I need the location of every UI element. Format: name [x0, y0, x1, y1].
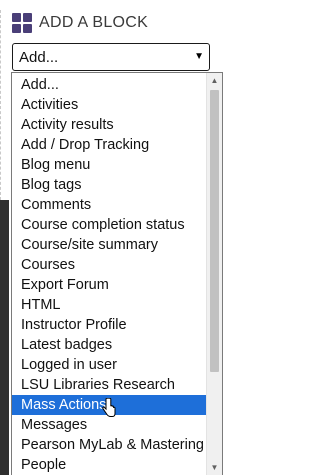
- dropdown-option[interactable]: Course completion status: [12, 215, 206, 235]
- dropdown-option[interactable]: Instructor Profile: [12, 315, 206, 335]
- dropdown-option[interactable]: LSU Libraries Research: [12, 375, 206, 395]
- dark-region: [0, 200, 9, 475]
- dropdown-option[interactable]: Logged in user: [12, 355, 206, 375]
- dropdown-list[interactable]: Add... Activities Activity results Add / Dr…: [11, 72, 223, 475]
- dropdown-option[interactable]: Messages: [12, 415, 206, 435]
- dropdown-option[interactable]: Add...: [12, 75, 206, 95]
- scrollbar[interactable]: ▲ ▼: [206, 73, 222, 475]
- scroll-up-icon[interactable]: ▲: [207, 73, 222, 89]
- dropdown-option[interactable]: HTML: [12, 295, 206, 315]
- scroll-thumb[interactable]: [210, 90, 219, 372]
- block-grid-icon: [12, 13, 32, 33]
- dropdown-option[interactable]: Export Forum: [12, 275, 206, 295]
- dropdown-option[interactable]: Add / Drop Tracking: [12, 135, 206, 155]
- dropdown-option[interactable]: Courses: [12, 255, 206, 275]
- dropdown-option[interactable]: Latest badges: [12, 335, 206, 355]
- hand-pointer-icon: [102, 398, 116, 417]
- block-title: ADD A BLOCK: [39, 14, 149, 31]
- dropdown-option[interactable]: Blog menu: [12, 155, 206, 175]
- add-block-header: ADD A BLOCK: [12, 11, 224, 35]
- dropdown-option[interactable]: People: [12, 455, 206, 475]
- add-block-select[interactable]: Add... ▼: [12, 43, 210, 71]
- dropdown-option[interactable]: Pearson MyLab & Mastering: [12, 435, 206, 455]
- block-dashed-border: [0, 10, 2, 200]
- dropdown-option[interactable]: Activity results: [12, 115, 206, 135]
- dropdown-arrow-icon: ▼: [194, 51, 204, 62]
- dropdown-option[interactable]: Blog tags: [12, 175, 206, 195]
- dropdown-option[interactable]: Course/site summary: [12, 235, 206, 255]
- dropdown-option[interactable]: Activities: [12, 95, 206, 115]
- select-value: Add...: [19, 48, 59, 66]
- scroll-down-icon[interactable]: ▼: [207, 460, 222, 475]
- dropdown-option[interactable]: Comments: [12, 195, 206, 215]
